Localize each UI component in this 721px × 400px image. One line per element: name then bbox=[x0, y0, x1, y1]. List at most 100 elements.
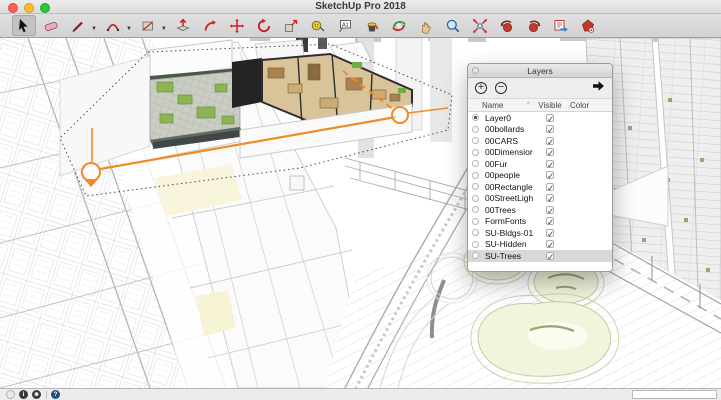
pencil-icon bbox=[70, 18, 86, 34]
move-tool-button[interactable] bbox=[225, 15, 249, 36]
svg-text:A1: A1 bbox=[342, 22, 349, 28]
details-arrow-icon bbox=[592, 80, 605, 92]
previous-view-button[interactable] bbox=[495, 15, 519, 36]
current-layer-radio[interactable] bbox=[472, 172, 479, 179]
scale-tool-button[interactable] bbox=[279, 15, 303, 36]
line-tool-button[interactable] bbox=[66, 15, 90, 36]
text-tool-button[interactable]: A1 bbox=[333, 15, 357, 36]
visible-checkbox[interactable] bbox=[546, 240, 554, 248]
layer-row[interactable]: 00bollards bbox=[468, 124, 612, 136]
zoom-extents-tool-button[interactable] bbox=[468, 15, 492, 36]
next-view-icon bbox=[526, 18, 542, 34]
column-visible[interactable]: Visible bbox=[533, 101, 567, 110]
visible-checkbox[interactable] bbox=[546, 206, 554, 214]
3d-warehouse-button[interactable] bbox=[576, 15, 600, 36]
layers-panel-footer bbox=[468, 262, 612, 271]
layers-panel-title: Layers bbox=[468, 66, 612, 76]
geolocation-icon[interactable]: ◌ bbox=[6, 390, 15, 399]
sketchup-window: SketchUp Pro 2018 ▼ ▼ ▼ bbox=[0, 0, 721, 400]
visible-checkbox[interactable] bbox=[546, 114, 554, 122]
tape-measure-tool-button[interactable] bbox=[306, 15, 330, 36]
remove-layer-button[interactable]: − bbox=[495, 82, 507, 94]
layer-name: 00Dimensions bbox=[479, 147, 533, 157]
current-layer-radio[interactable] bbox=[472, 114, 479, 121]
line-tool-dropdown[interactable]: ▼ bbox=[91, 26, 97, 32]
visible-checkbox[interactable] bbox=[546, 160, 554, 168]
layer-row[interactable]: 00RectangleLights bbox=[468, 181, 612, 193]
warehouse-icon bbox=[580, 18, 596, 34]
layers-panel-titlebar[interactable]: Layers bbox=[468, 64, 612, 78]
layer-row[interactable]: 00Dimensions bbox=[468, 147, 612, 159]
layer-row[interactable]: SU-Hidden bbox=[468, 239, 612, 251]
sort-indicator: ^ bbox=[527, 102, 530, 109]
next-view-button[interactable] bbox=[522, 15, 546, 36]
visible-checkbox[interactable] bbox=[546, 252, 554, 260]
layer-name: FormFonts bbox=[479, 216, 533, 226]
rotate-icon bbox=[256, 18, 272, 34]
layer-row[interactable]: 00Fur bbox=[468, 158, 612, 170]
push-pull-tool-button[interactable] bbox=[171, 15, 195, 36]
layer-details-button[interactable] bbox=[592, 79, 605, 97]
current-layer-radio[interactable] bbox=[472, 195, 479, 202]
select-arrow-icon bbox=[16, 18, 32, 34]
zoom-extents-icon bbox=[472, 18, 488, 34]
paint-bucket-icon bbox=[364, 18, 380, 34]
zoom-magnifier-icon bbox=[445, 18, 461, 34]
zoom-tool-button[interactable] bbox=[441, 15, 465, 36]
pan-tool-button[interactable] bbox=[414, 15, 438, 36]
credits-icon[interactable]: i bbox=[19, 390, 28, 399]
visible-checkbox[interactable] bbox=[546, 194, 554, 202]
current-layer-radio[interactable] bbox=[472, 137, 479, 144]
eraser-tool-button[interactable] bbox=[39, 15, 63, 36]
paint-bucket-tool-button[interactable] bbox=[360, 15, 384, 36]
text-icon: A1 bbox=[337, 18, 353, 34]
current-layer-radio[interactable] bbox=[472, 218, 479, 225]
layer-row[interactable]: SU-Bldgs-01 bbox=[468, 227, 612, 239]
current-layer-radio[interactable] bbox=[472, 160, 479, 167]
current-layer-radio[interactable] bbox=[472, 183, 479, 190]
help-icon[interactable]: ? bbox=[51, 390, 60, 399]
visible-checkbox[interactable] bbox=[546, 229, 554, 237]
add-layer-button[interactable]: + bbox=[475, 82, 487, 94]
main-toolbar: ▼ ▼ ▼ A1 bbox=[0, 14, 721, 38]
measurements-input[interactable] bbox=[632, 390, 717, 399]
rectangle-tool-dropdown[interactable]: ▼ bbox=[161, 26, 167, 32]
visible-checkbox[interactable] bbox=[546, 137, 554, 145]
follow-me-tool-button[interactable] bbox=[198, 15, 222, 36]
follow-me-icon bbox=[202, 18, 218, 34]
rotate-tool-button[interactable] bbox=[252, 15, 276, 36]
layer-name: SU-Trees bbox=[479, 251, 533, 261]
export-button[interactable] bbox=[549, 15, 573, 36]
arc-tool-dropdown[interactable]: ▼ bbox=[126, 26, 132, 32]
eraser-icon bbox=[43, 18, 59, 34]
visible-checkbox[interactable] bbox=[546, 125, 554, 133]
layer-name: 00people bbox=[479, 170, 533, 180]
orbit-tool-button[interactable] bbox=[387, 15, 411, 36]
layer-row[interactable]: Layer0 bbox=[468, 112, 612, 124]
visible-checkbox[interactable] bbox=[546, 217, 554, 225]
current-layer-radio[interactable] bbox=[472, 252, 479, 259]
layer-row[interactable]: 00StreetLights bbox=[468, 193, 612, 205]
sign-in-icon[interactable]: ☻ bbox=[32, 390, 41, 399]
column-name[interactable]: Name bbox=[482, 101, 503, 110]
current-layer-radio[interactable] bbox=[472, 206, 479, 213]
layer-row[interactable]: 00people bbox=[468, 170, 612, 182]
visible-checkbox[interactable] bbox=[546, 183, 554, 191]
rectangle-tool-button[interactable] bbox=[136, 15, 160, 36]
layer-name: Layer0 bbox=[479, 113, 533, 123]
layer-row[interactable]: FormFonts bbox=[468, 216, 612, 228]
layer-row-selected[interactable]: SU-Trees bbox=[468, 250, 612, 262]
section-handle-right[interactable] bbox=[392, 107, 408, 123]
column-color[interactable]: Color bbox=[567, 101, 612, 110]
current-layer-radio[interactable] bbox=[472, 241, 479, 248]
current-layer-radio[interactable] bbox=[472, 149, 479, 156]
arc-tool-button[interactable] bbox=[101, 15, 125, 36]
layer-row[interactable]: 00CARS bbox=[468, 135, 612, 147]
current-layer-radio[interactable] bbox=[472, 126, 479, 133]
visible-checkbox[interactable] bbox=[546, 171, 554, 179]
layer-row[interactable]: 00Trees bbox=[468, 204, 612, 216]
previous-view-icon bbox=[499, 18, 515, 34]
visible-checkbox[interactable] bbox=[546, 148, 554, 156]
select-tool-button[interactable] bbox=[12, 15, 36, 36]
current-layer-radio[interactable] bbox=[472, 229, 479, 236]
